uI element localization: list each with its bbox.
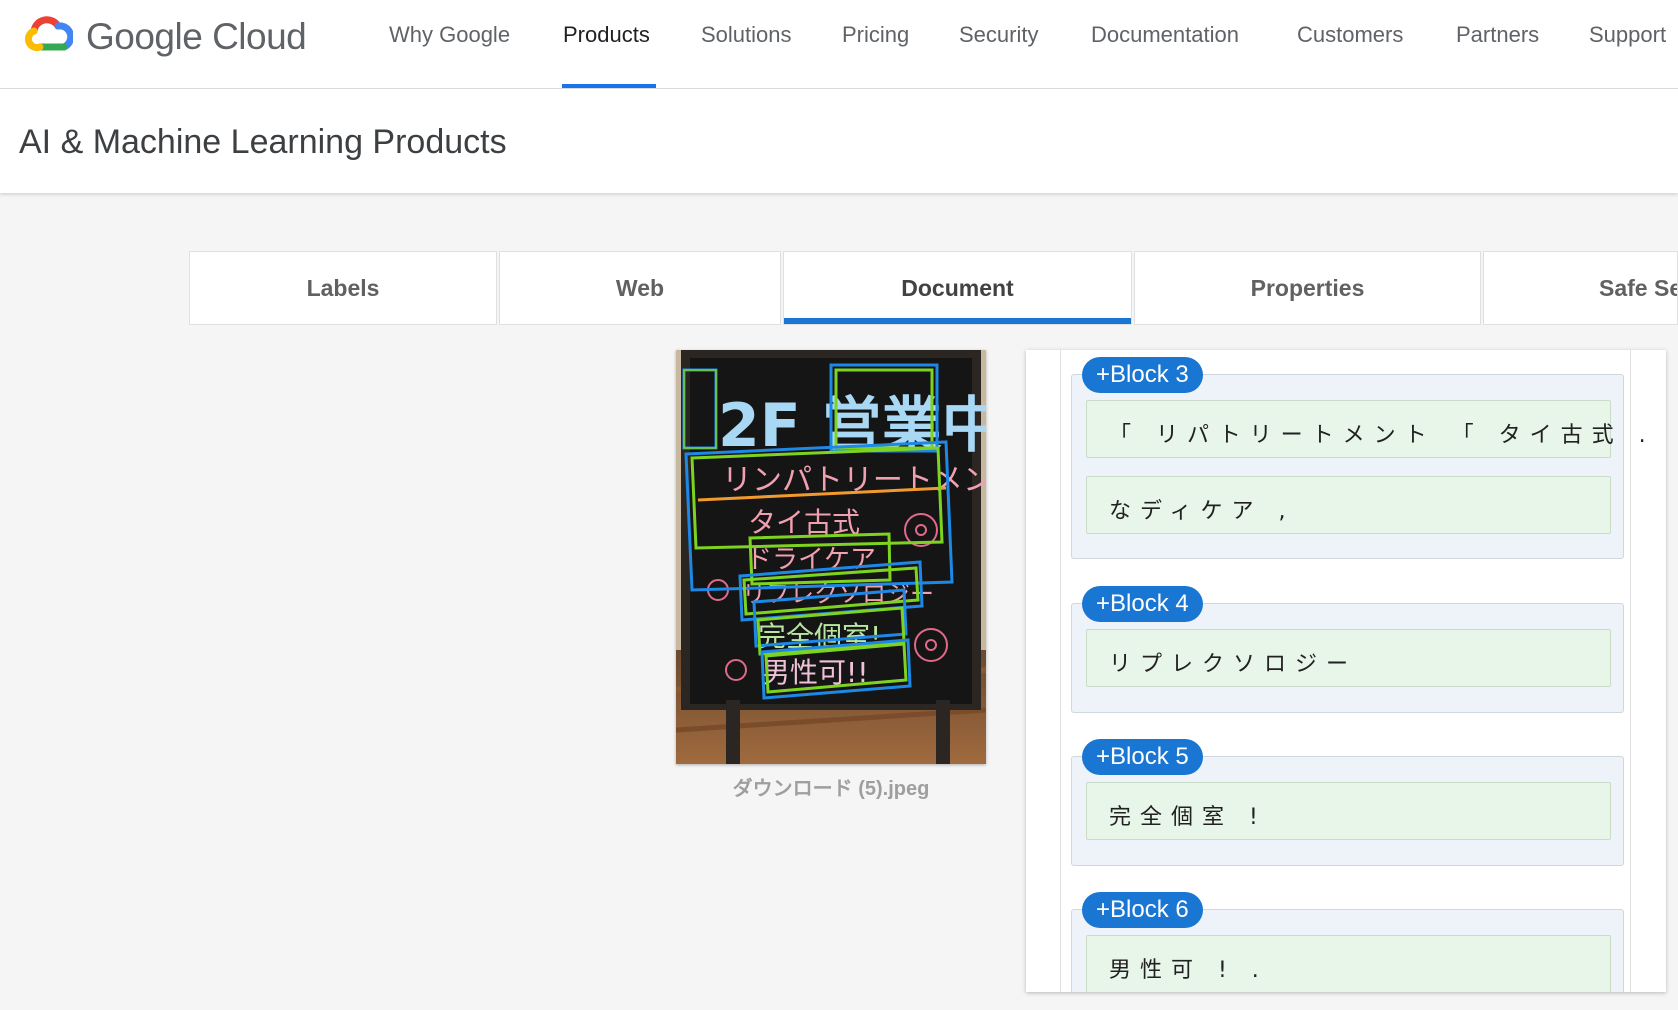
page-header: AI & Machine Learning Products xyxy=(0,89,1678,193)
tab-safe-search[interactable]: Safe Search xyxy=(1483,251,1678,325)
tab-labels-label: Labels xyxy=(306,274,380,301)
document-results-panel[interactable]: 「 リパトリートメント 「 タイ古式 . 。 なディケア , +Block 3 … xyxy=(1026,350,1666,992)
line-text: 完全個室 ! xyxy=(1109,805,1267,830)
analyzed-image: 2F 営業中 リンパトリートメント タイ古式 ドライケア リフレクソロジー 完全… xyxy=(676,350,986,764)
nav-support[interactable]: Support xyxy=(1589,22,1666,48)
line-text: なディケア , xyxy=(1109,499,1295,524)
text-line[interactable]: 「 リパトリートメント 「 タイ古式 . 。 xyxy=(1086,400,1666,458)
line-text: 男性可 ! . xyxy=(1109,958,1268,983)
tab-labels[interactable]: Labels xyxy=(189,251,497,325)
panel-divider xyxy=(1060,350,1061,992)
nav-customers[interactable]: Customers xyxy=(1297,22,1403,48)
nav-partners[interactable]: Partners xyxy=(1456,22,1539,48)
tab-web[interactable]: Web xyxy=(499,251,781,325)
brand-name[interactable]: Google Cloud xyxy=(86,16,307,58)
block-badge-3[interactable]: +Block 3 xyxy=(1082,357,1203,393)
tab-properties[interactable]: Properties xyxy=(1134,251,1481,325)
text-line[interactable]: リプレクソロジー xyxy=(1086,629,1611,687)
block-badge-4[interactable]: +Block 4 xyxy=(1082,586,1203,622)
text-line[interactable]: 男性可 ! . xyxy=(1086,935,1611,992)
text-line[interactable]: なディケア , xyxy=(1086,476,1611,534)
page-title: AI & Machine Learning Products xyxy=(19,123,507,161)
tab-properties-label: Properties xyxy=(1250,274,1365,301)
line-text: リプレクソロジー xyxy=(1109,652,1358,677)
line-text: 「 リパトリートメント 「 タイ古式 . 。 xyxy=(1109,423,1666,448)
nav-pricing[interactable]: Pricing xyxy=(842,22,909,48)
text-line[interactable]: 完全個室 ! xyxy=(1086,782,1611,840)
tab-safe-search-label: Safe Search xyxy=(1599,274,1677,301)
nav-security[interactable]: Security xyxy=(959,22,1038,48)
active-nav-indicator xyxy=(562,84,656,88)
image-filename: ダウンロード (5).jpeg xyxy=(732,778,930,800)
nav-documentation[interactable]: Documentation xyxy=(1091,22,1239,48)
top-navigation: Google Cloud Why Google Products Solutio… xyxy=(0,0,1678,89)
tab-document[interactable]: Document xyxy=(783,251,1132,325)
block-badge-6[interactable]: +Block 6 xyxy=(1082,892,1203,928)
text-block: 「 リパトリートメント 「 タイ古式 . 。 なディケア , xyxy=(1071,374,1666,559)
nav-products[interactable]: Products xyxy=(563,22,650,48)
tab-web-label: Web xyxy=(615,274,665,301)
nav-solutions[interactable]: Solutions xyxy=(701,22,792,48)
block-badge-5[interactable]: +Block 5 xyxy=(1082,739,1203,775)
google-cloud-logo-icon[interactable] xyxy=(19,14,73,58)
nav-why-google[interactable]: Why Google xyxy=(389,22,510,48)
signboard-photo: 2F 営業中 リンパトリートメント タイ古式 ドライケア リフレクソロジー 完全… xyxy=(676,350,986,764)
tab-document-label: Document xyxy=(901,274,1014,301)
